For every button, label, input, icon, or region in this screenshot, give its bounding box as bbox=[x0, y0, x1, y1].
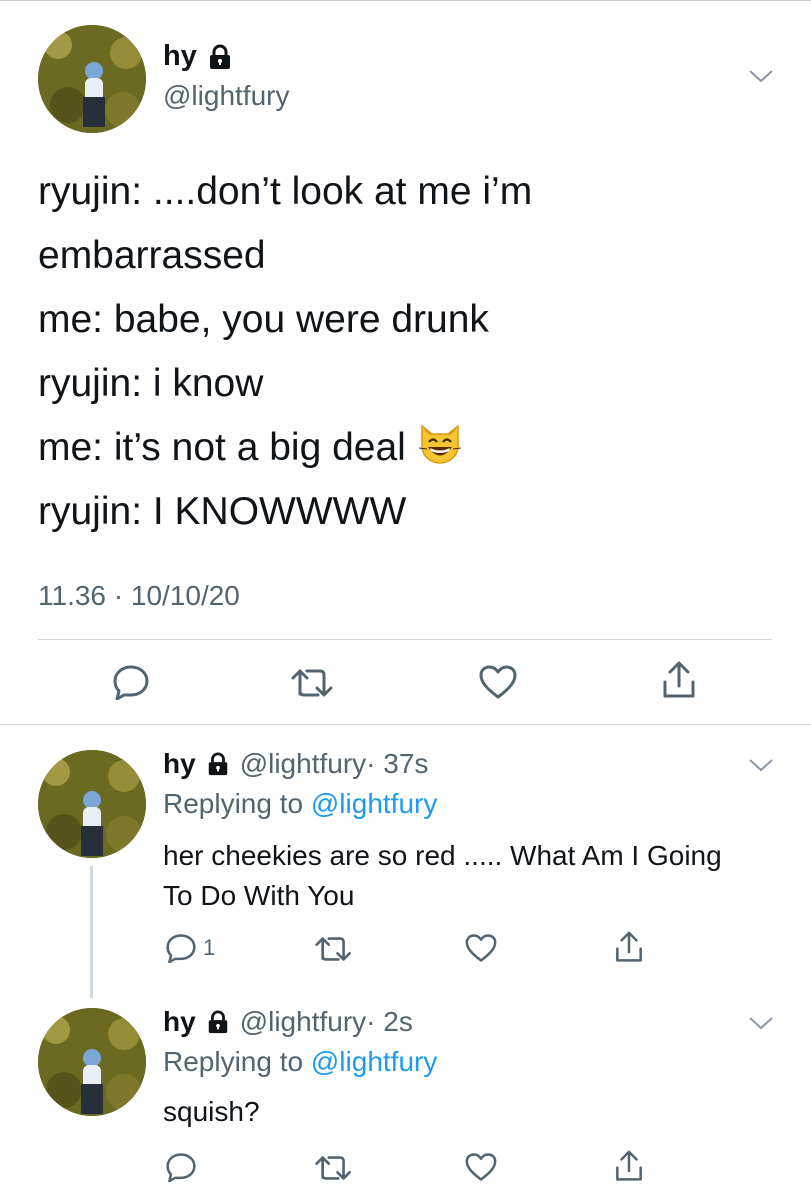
like-button[interactable] bbox=[464, 933, 498, 963]
reply-text: her cheekies are so red ..... What Am I … bbox=[163, 840, 722, 911]
display-name-text: hy bbox=[163, 40, 197, 72]
retweet-icon bbox=[315, 1156, 351, 1180]
retweet-button[interactable] bbox=[314, 1153, 354, 1183]
like-icon bbox=[479, 665, 517, 699]
divider bbox=[0, 724, 811, 725]
reply-header: hy @lightfury · 2s bbox=[163, 1006, 413, 1038]
avatar[interactable] bbox=[38, 750, 146, 858]
share-button[interactable] bbox=[614, 930, 644, 964]
reply-header: hy @lightfury · 37s bbox=[163, 748, 428, 780]
replying-to-label: Replying to bbox=[163, 1046, 311, 1077]
lock-icon bbox=[209, 44, 230, 69]
top-divider bbox=[0, 0, 811, 1]
handle[interactable]: @lightfury bbox=[163, 80, 289, 112]
lock-icon bbox=[208, 1010, 227, 1034]
grinning-cat-emoji-icon bbox=[418, 424, 461, 464]
tweet-line: me: babe, you were drunk bbox=[38, 298, 489, 341]
reply-button[interactable]: 1 bbox=[165, 933, 215, 963]
retweet-icon bbox=[315, 937, 351, 961]
chevron-down-icon[interactable] bbox=[748, 757, 774, 773]
reply-icon bbox=[113, 665, 149, 700]
avatar[interactable] bbox=[38, 25, 146, 133]
tweet-line: ryujin: i know bbox=[38, 362, 264, 405]
tweet-timestamp[interactable]: 11.36 · 10/10/20 bbox=[38, 580, 240, 612]
replying-to: Replying to @lightfury bbox=[163, 1046, 437, 1078]
mention-link[interactable]: @lightfury bbox=[311, 1046, 437, 1077]
chevron-down-icon[interactable] bbox=[748, 1015, 774, 1031]
like-icon bbox=[465, 934, 497, 962]
share-icon bbox=[616, 931, 642, 962]
reply-count: 1 bbox=[203, 935, 216, 960]
share-button[interactable] bbox=[614, 1149, 644, 1183]
replying-to-label: Replying to bbox=[163, 788, 311, 819]
share-button[interactable] bbox=[661, 660, 697, 700]
tweet-line: ryujin: ....don’t look at me i’m bbox=[38, 170, 533, 213]
share-icon bbox=[616, 1150, 642, 1181]
display-name[interactable]: hy bbox=[163, 40, 233, 73]
like-icon bbox=[465, 1153, 497, 1181]
retweet-button[interactable] bbox=[290, 666, 336, 700]
reply-text: squish? bbox=[163, 1096, 260, 1127]
like-button[interactable] bbox=[464, 1152, 498, 1182]
handle[interactable]: @lightfury bbox=[240, 748, 366, 780]
chevron-down-icon[interactable] bbox=[748, 68, 774, 84]
replying-to: Replying to @lightfury bbox=[163, 788, 437, 820]
reply-button[interactable] bbox=[112, 664, 150, 700]
tweet-line: me: it’s not a big deal bbox=[38, 426, 406, 469]
retweet-button[interactable] bbox=[314, 934, 354, 964]
reply-button[interactable] bbox=[165, 1152, 203, 1182]
tweet-text: ryujin: ....don’t look at me i’m embarra… bbox=[38, 160, 778, 544]
retweet-icon bbox=[291, 669, 333, 697]
reply-icon bbox=[166, 1153, 196, 1182]
handle[interactable]: @lightfury bbox=[240, 1006, 366, 1038]
tweet-line-with-emoji: me: it’s not a big deal bbox=[38, 416, 778, 480]
display-name[interactable]: hy bbox=[163, 1006, 196, 1038]
divider bbox=[38, 639, 772, 640]
thread-connector bbox=[90, 866, 93, 998]
tweet-line: embarrassed bbox=[38, 234, 266, 277]
avatar[interactable] bbox=[38, 1008, 146, 1116]
relative-time[interactable]: · 37s bbox=[366, 748, 428, 780]
relative-time[interactable]: · 2s bbox=[366, 1006, 413, 1038]
display-name[interactable]: hy bbox=[163, 748, 196, 780]
like-button[interactable] bbox=[478, 664, 518, 700]
share-icon bbox=[663, 661, 695, 698]
reply-icon bbox=[166, 934, 196, 963]
tweet-line: ryujin: I KNOWWWW bbox=[38, 490, 407, 533]
mention-link[interactable]: @lightfury bbox=[311, 788, 437, 819]
lock-icon bbox=[208, 752, 227, 776]
